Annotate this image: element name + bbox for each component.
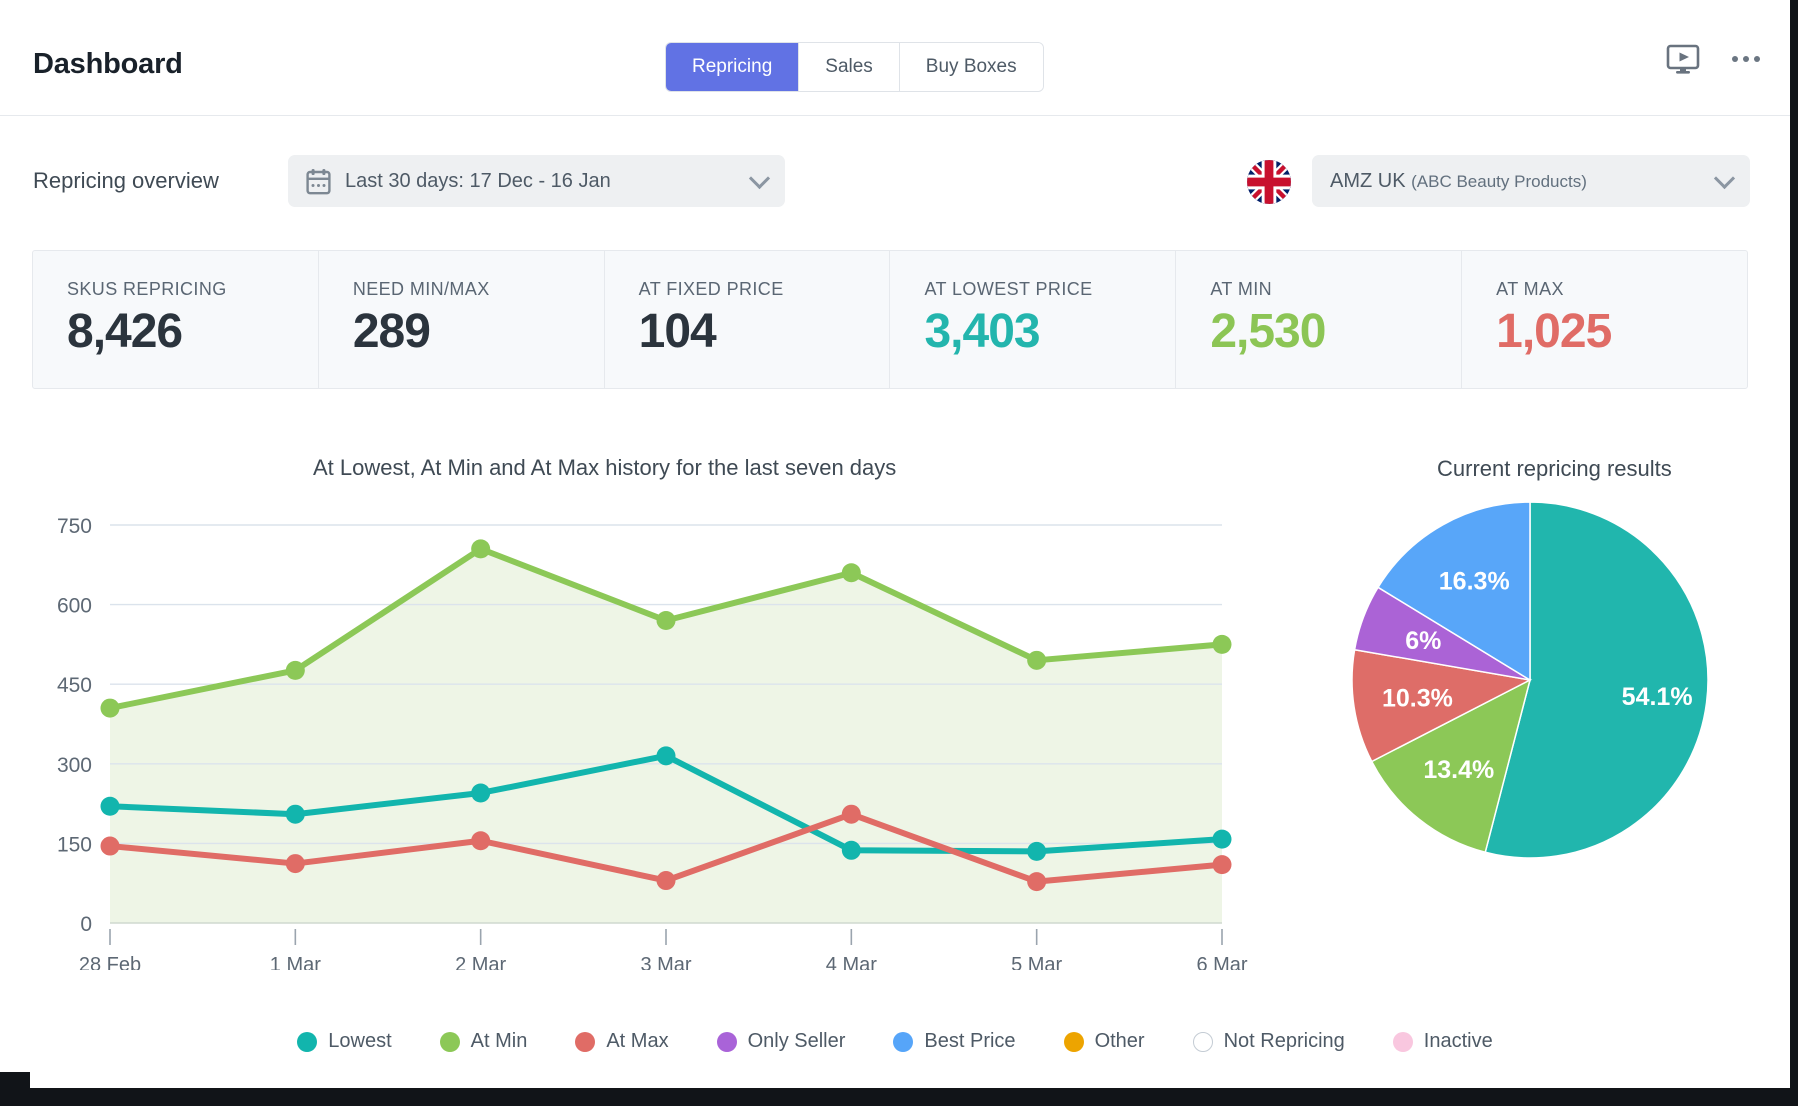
kpi-value: 2,530 (1210, 304, 1461, 359)
account-sub: (ABC Beauty Products) (1411, 172, 1587, 191)
svg-text:300: 300 (57, 754, 92, 777)
legend-item-best-price[interactable]: Best Price (893, 1030, 1015, 1053)
account-selector[interactable]: AMZ UK (ABC Beauty Products) (1312, 155, 1750, 207)
kpi-value: 1,025 (1496, 304, 1747, 359)
legend-item-lowest[interactable]: Lowest (297, 1030, 391, 1053)
svg-text:0: 0 (80, 913, 92, 936)
tab-sales[interactable]: Sales (799, 43, 900, 91)
svg-text:450: 450 (57, 674, 92, 697)
svg-text:10.3%: 10.3% (1382, 684, 1453, 712)
legend-color-dot (440, 1032, 460, 1052)
kpi-need-min-max: NEED MIN/MAX 289 (319, 251, 605, 388)
kpi-label: AT MIN (1210, 279, 1461, 300)
legend-item-at-max[interactable]: At Max (575, 1030, 668, 1053)
chevron-down-icon (1714, 167, 1735, 188)
legend-item-other[interactable]: Other (1064, 1030, 1145, 1053)
kpi-at-max: AT MAX 1,025 (1462, 251, 1747, 388)
date-range-value: Last 30 days: 17 Dec - 16 Jan (345, 170, 752, 193)
svg-text:28 Feb: 28 Feb (79, 954, 141, 970)
kpi-value: 104 (639, 304, 890, 359)
svg-text:6 Mar: 6 Mar (1196, 954, 1247, 970)
repricing-results-pie-chart: 54.1% 13.4% 10.3% 6% 16.3% (1340, 490, 1760, 920)
account-name: AMZ UK (1330, 170, 1406, 192)
history-line-chart: 0 150 300 450 600 750 28 Feb 1 Mar 2 Mar 3 Mar 4 M… (32, 490, 1282, 970)
legend-color-dot (1393, 1032, 1413, 1052)
legend-color-dot (717, 1032, 737, 1052)
legend-item-at-min[interactable]: At Min (440, 1030, 528, 1053)
svg-text:16.3%: 16.3% (1439, 568, 1510, 596)
legend-item-only-seller[interactable]: Only Seller (717, 1030, 846, 1053)
chevron-down-icon (749, 167, 770, 188)
legend-label: Not Repricing (1224, 1030, 1345, 1053)
svg-text:2 Mar: 2 Mar (455, 954, 506, 970)
kpi-at-fixed-price: AT FIXED PRICE 104 (605, 251, 891, 388)
window-edge-right (1790, 0, 1798, 1106)
window-edge-bottom (0, 1088, 1798, 1106)
view-tabs: Repricing Sales Buy Boxes (666, 43, 1043, 91)
svg-text:54.1%: 54.1% (1622, 683, 1693, 711)
svg-text:5 Mar: 5 Mar (1011, 954, 1062, 970)
uk-flag-icon (1247, 160, 1291, 204)
kpi-label: AT LOWEST PRICE (924, 279, 1175, 300)
window-edge-bottom-left (0, 1072, 30, 1106)
kpi-value: 289 (353, 304, 604, 359)
page-title: Dashboard (33, 48, 183, 81)
calendar-icon (306, 168, 331, 195)
legend-color-dot (893, 1032, 913, 1052)
kpi-label: SKUS REPRICING (67, 279, 318, 300)
kpi-card-row: SKUS REPRICING 8,426 NEED MIN/MAX 289 AT… (32, 250, 1748, 389)
kpi-label: AT FIXED PRICE (639, 279, 890, 300)
kpi-label: NEED MIN/MAX (353, 279, 604, 300)
pie-chart-title: Current repricing results (1437, 456, 1672, 482)
kpi-at-lowest-price: AT LOWEST PRICE 3,403 (890, 251, 1176, 388)
svg-text:6%: 6% (1405, 627, 1441, 655)
svg-text:13.4%: 13.4% (1423, 756, 1494, 784)
legend-color-dot (297, 1032, 317, 1052)
more-options-icon[interactable] (1732, 56, 1760, 62)
kpi-at-min: AT MIN 2,530 (1176, 251, 1462, 388)
legend-label: Other (1095, 1030, 1145, 1053)
tab-buy-boxes[interactable]: Buy Boxes (900, 43, 1043, 91)
kpi-skus-repricing: SKUS REPRICING 8,426 (33, 251, 319, 388)
legend-color-dot (575, 1032, 595, 1052)
kpi-value: 8,426 (67, 304, 318, 359)
kpi-value: 3,403 (924, 304, 1175, 359)
legend-label: Only Seller (748, 1030, 846, 1053)
chart-legend: Lowest At Min At Max Only Seller Best Price O… (0, 1030, 1790, 1053)
legend-label: At Max (606, 1030, 668, 1053)
svg-text:600: 600 (57, 595, 92, 618)
svg-text:150: 150 (57, 833, 92, 856)
svg-text:1 Mar: 1 Mar (270, 954, 321, 970)
svg-text:3 Mar: 3 Mar (640, 954, 691, 970)
video-tutorial-icon[interactable] (1666, 44, 1700, 74)
legend-item-not-repricing[interactable]: Not Repricing (1193, 1030, 1345, 1053)
tab-repricing[interactable]: Repricing (666, 43, 799, 91)
legend-label: Best Price (924, 1030, 1015, 1053)
header-actions (1666, 44, 1760, 74)
repricing-overview-label: Repricing overview (33, 168, 219, 194)
legend-label: Inactive (1424, 1030, 1493, 1053)
legend-item-inactive[interactable]: Inactive (1393, 1030, 1493, 1053)
date-range-selector[interactable]: Last 30 days: 17 Dec - 16 Jan (288, 155, 785, 207)
legend-label: Lowest (328, 1030, 391, 1053)
legend-label: At Min (471, 1030, 528, 1053)
svg-text:4 Mar: 4 Mar (826, 954, 877, 970)
legend-color-dot (1064, 1032, 1084, 1052)
svg-text:750: 750 (57, 515, 92, 538)
line-chart-title: At Lowest, At Min and At Max history for… (313, 455, 896, 481)
legend-color-dot (1193, 1032, 1213, 1052)
kpi-label: AT MAX (1496, 279, 1747, 300)
